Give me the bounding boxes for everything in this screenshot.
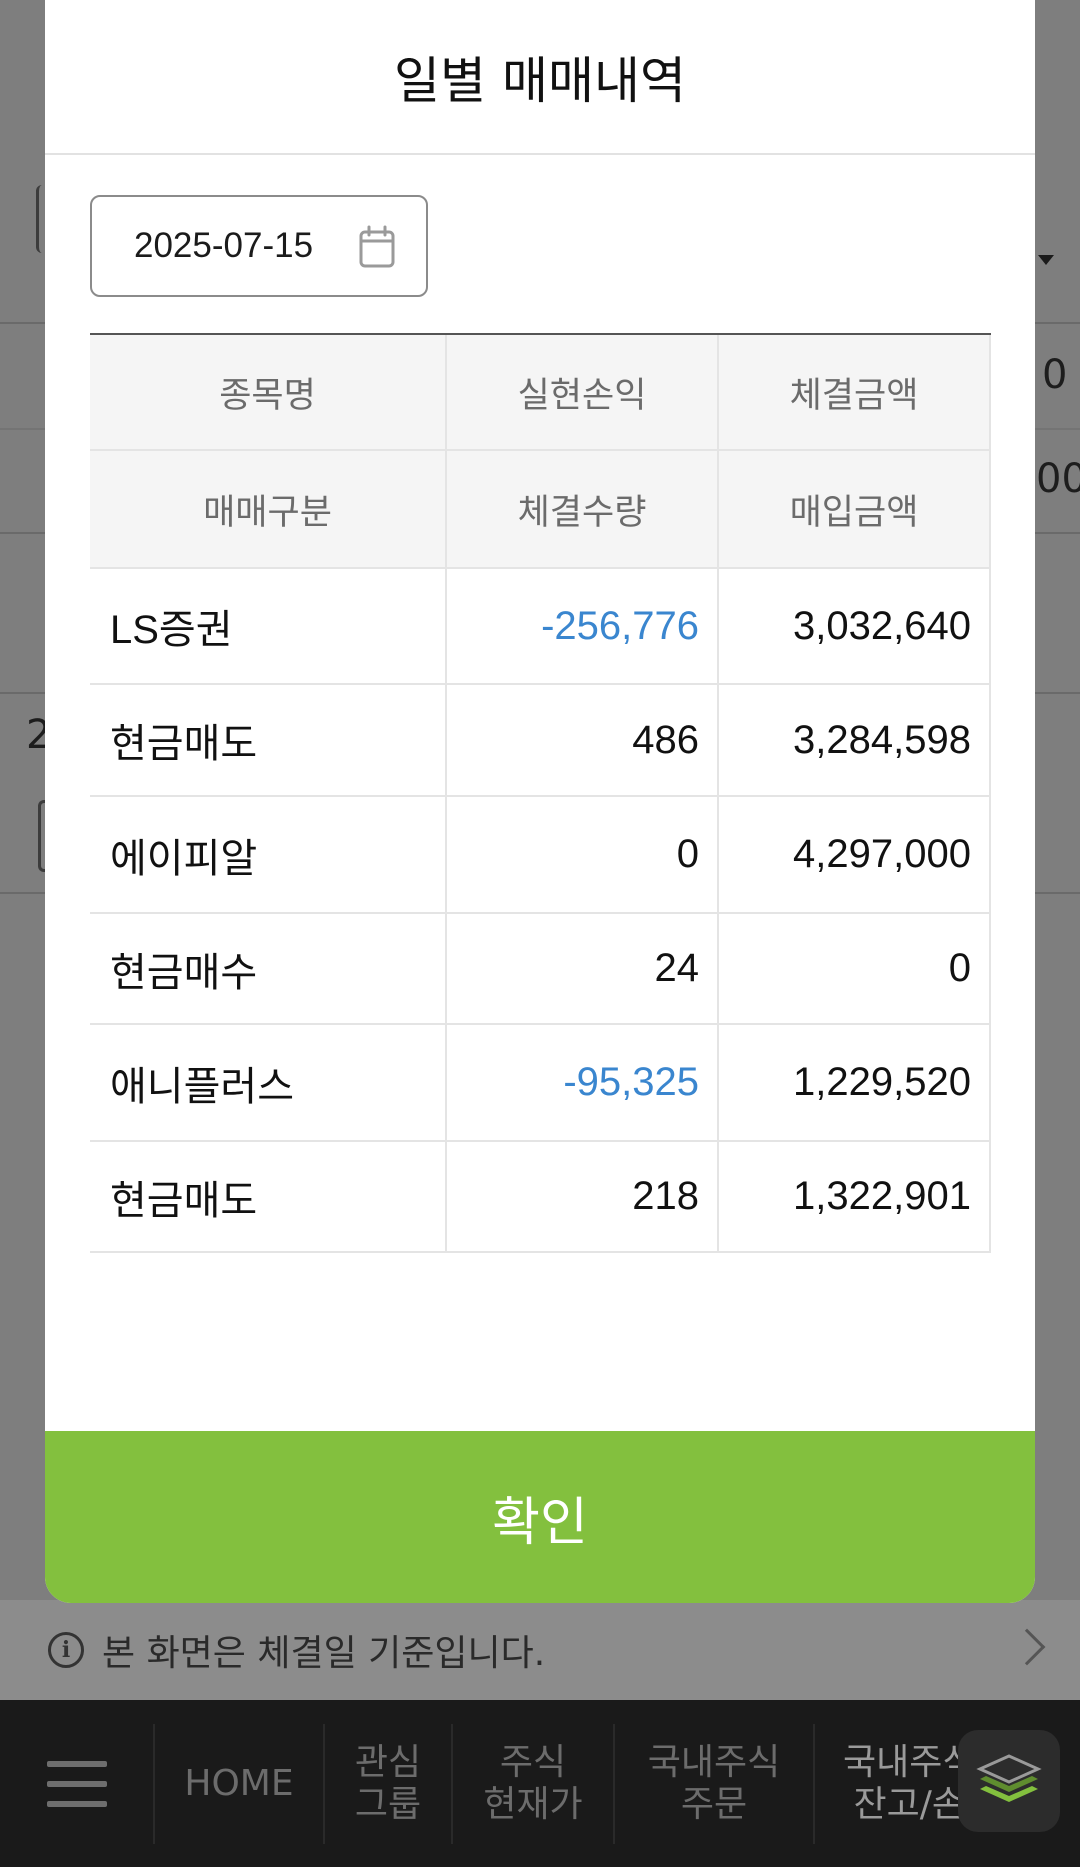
header-buy-amount: 매입금액 xyxy=(719,451,991,569)
nav-item-stock-price[interactable]: 주식 현재가 xyxy=(453,1723,615,1844)
background-value-right-1: 0 xyxy=(1042,352,1068,398)
table-row: 에이피알 0 4,297,000 xyxy=(90,797,991,914)
stock-name: LS증권 xyxy=(90,569,447,685)
exec-qty: 486 xyxy=(447,685,719,797)
nav-item-home[interactable]: HOME xyxy=(155,1723,325,1844)
header-exec-amount: 체결금액 xyxy=(719,335,991,451)
table-row: 현금매수 24 0 xyxy=(90,914,991,1025)
realized-pl: 0 xyxy=(447,797,719,914)
stock-name: 에이피알 xyxy=(90,797,447,914)
header-exec-qty: 체결수량 xyxy=(447,451,719,569)
table-row: LS증권 -256,776 3,032,640 xyxy=(90,569,991,685)
bottom-navigation: HOME 관심 그룹 주식 현재가 국내주식 주문 국내주식 잔고/손 xyxy=(0,1700,1080,1867)
nav-item-watch-group[interactable]: 관심 그룹 xyxy=(325,1723,453,1844)
trade-table: 종목명 실현손익 체결금액 매매구분 체결수량 매입금액 LS증권 -256,7… xyxy=(90,333,991,1253)
table-header-row: 매매구분 체결수량 매입금액 xyxy=(90,451,991,569)
exec-qty: 218 xyxy=(447,1142,719,1253)
stock-name: 애니플러스 xyxy=(90,1025,447,1142)
date-picker[interactable]: 2025-07-15 xyxy=(90,195,428,297)
notice-bar[interactable]: i 본 화면은 체결일 기준입니다. xyxy=(0,1600,1080,1700)
notice-text: 본 화면은 체결일 기준입니다. xyxy=(102,1633,546,1674)
modal-header: 일별 매매내역 xyxy=(45,0,1035,155)
realized-pl: -256,776 xyxy=(447,569,719,685)
buy-amount: 3,284,598 xyxy=(719,685,991,797)
exec-amount: 4,297,000 xyxy=(719,797,991,914)
background-caret xyxy=(1038,255,1054,265)
trade-type: 현금매도 xyxy=(90,1142,447,1253)
table-row: 현금매도 486 3,284,598 xyxy=(90,685,991,797)
info-icon: i xyxy=(48,1632,84,1668)
header-stock-name: 종목명 xyxy=(90,335,447,451)
hamburger-menu-icon[interactable] xyxy=(0,1723,155,1844)
header-trade-type: 매매구분 xyxy=(90,451,447,569)
trade-type: 현금매수 xyxy=(90,914,447,1025)
realized-pl: -95,325 xyxy=(447,1025,719,1142)
modal-title: 일별 매매내역 xyxy=(394,51,686,110)
table-header-row: 종목명 실현손익 체결금액 xyxy=(90,335,991,451)
date-value: 2025-07-15 xyxy=(134,226,314,265)
calendar-icon[interactable] xyxy=(358,225,396,269)
nav-item-domestic-order[interactable]: 국내주식 주문 xyxy=(615,1723,815,1844)
exec-amount: 1,229,520 xyxy=(719,1025,991,1142)
chevron-right-icon xyxy=(1008,1628,1046,1666)
buy-amount: 1,322,901 xyxy=(719,1142,991,1253)
table-row: 현금매도 218 1,322,901 xyxy=(90,1142,991,1253)
exec-qty: 24 xyxy=(447,914,719,1025)
buy-amount: 0 xyxy=(719,914,991,1025)
trade-type: 현금매도 xyxy=(90,685,447,797)
exec-amount: 3,032,640 xyxy=(719,569,991,685)
confirm-button[interactable]: 확인 xyxy=(45,1431,1035,1603)
header-realized-pl: 실현손익 xyxy=(447,335,719,451)
daily-trade-modal: 일별 매매내역 2025-07-15 종목명 실현손익 체결금액 매매구분 체결… xyxy=(45,0,1035,1603)
background-value-right-2: 00 xyxy=(1036,456,1080,502)
table-row: 애니플러스 -95,325 1,229,520 xyxy=(90,1025,991,1142)
layers-icon[interactable] xyxy=(958,1730,1060,1832)
